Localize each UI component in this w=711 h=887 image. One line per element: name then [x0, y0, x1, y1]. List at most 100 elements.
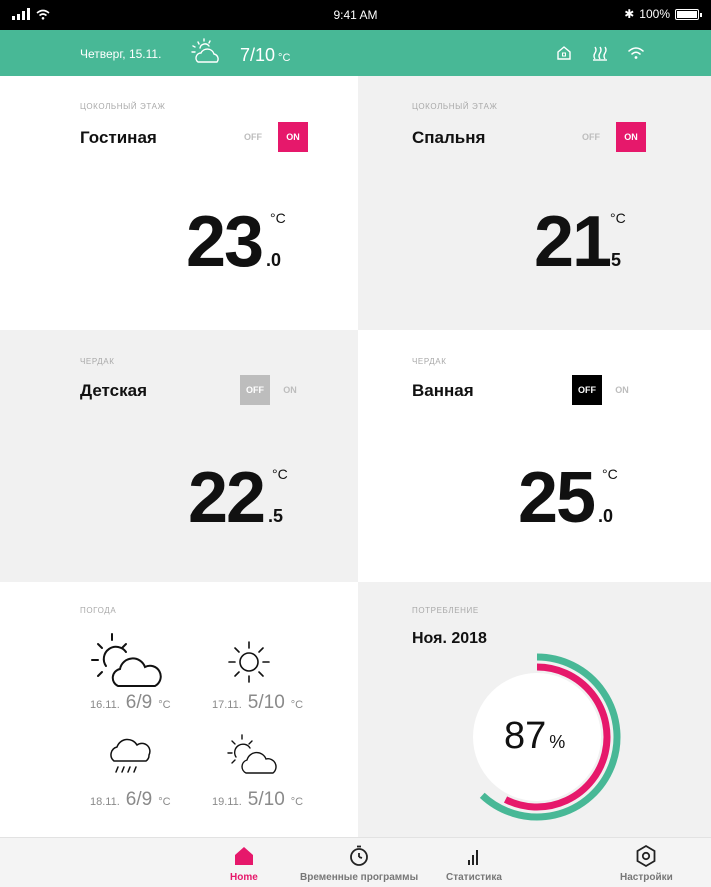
consumption-title: ПОТРЕБЛЕНИЕ: [412, 606, 479, 615]
forecast-day: 17.11. 5/10 °C: [212, 630, 303, 714]
status-right: ✱ 100%: [624, 7, 702, 21]
room-temperature: 21 °C .5: [534, 206, 626, 278]
temp-unit: °C: [602, 466, 618, 482]
toggle-off[interactable]: OFF: [238, 122, 268, 152]
room-name: Гостиная: [80, 128, 157, 147]
house-icon[interactable]: [555, 44, 573, 62]
home-icon: [234, 847, 253, 865]
forecast-label: 19.11. 5/10 °C: [212, 789, 303, 811]
room-tile-bedroom[interactable]: ЦОКОЛЬНЫЙ ЭТАЖ Спальня OFF ON 21 °C .5: [358, 76, 711, 330]
toggle-on[interactable]: ON: [612, 375, 632, 405]
forecast-unit: °C: [290, 796, 304, 808]
consumption-tile[interactable]: ПОТРЕБЛЕНИЕ Ноя. 2018 87%: [358, 582, 711, 837]
forecast-date: 16.11.: [90, 699, 120, 711]
room-tile-bathroom[interactable]: ЧЕРДАК Ванная OFF ON 25 °C .0: [358, 330, 711, 582]
stats-icon: [467, 850, 478, 865]
tab-settings[interactable]: Настройки: [620, 844, 673, 883]
weather-tile[interactable]: ПОГОДА 16.11. 6/9 °C 17.11. 5/10 °C 18.1…: [0, 582, 358, 837]
forecast-unit: °C: [290, 699, 304, 711]
power-toggle[interactable]: OFF ON: [572, 375, 632, 405]
forecast-temp: 6/9: [125, 789, 153, 810]
header-temp-unit: °C: [278, 52, 291, 64]
status-bar: 9:41 AM ✱ 100%: [0, 0, 711, 30]
power-toggle[interactable]: OFF ON: [238, 122, 308, 152]
wifi-icon[interactable]: [627, 44, 645, 62]
power-toggle[interactable]: OFF ON: [240, 375, 300, 405]
room-zone: ЧЕРДАК: [80, 357, 115, 366]
forecast-day: 19.11. 5/10 °C: [212, 727, 303, 811]
forecast-label: 18.11. 6/9 °C: [90, 789, 171, 811]
tab-label: Статистика: [446, 872, 502, 883]
heating-icon[interactable]: [591, 44, 609, 62]
room-temperature: 25 °C .0: [518, 462, 618, 534]
room-name: Детская: [80, 381, 147, 400]
tab-home[interactable]: Home: [230, 844, 258, 883]
room-zone: ЦОКОЛЬНЫЙ ЭТАЖ: [412, 102, 498, 111]
tab-label: Home: [230, 872, 258, 883]
temp-decimal: .5: [268, 506, 284, 526]
app-header: Четверг, 15.11. 7/10 °C: [0, 30, 711, 76]
forecast-label: 16.11. 6/9 °C: [90, 692, 171, 714]
temp-unit: °C: [610, 210, 626, 226]
toggle-off[interactable]: OFF: [576, 122, 606, 152]
room-name: Ванная: [412, 381, 474, 400]
temp-decimal: .0: [266, 250, 282, 270]
header-icons: [555, 44, 645, 62]
partly-cloudy-icon: [191, 38, 219, 63]
temp-integer: 23: [186, 202, 264, 282]
gauge-percent: %: [549, 732, 566, 752]
temp-decimal: .5: [606, 250, 622, 270]
header-temperature: 7/10 °C: [240, 45, 290, 66]
battery-icon: [675, 8, 702, 20]
forecast-temp: 6/9: [125, 692, 153, 713]
tab-programs[interactable]: Временные программы: [300, 844, 418, 883]
forecast-unit: °C: [158, 699, 171, 711]
temp-decimal: .0: [598, 506, 614, 526]
temp-unit: °C: [270, 210, 286, 226]
consumption-period: Ноя. 2018: [412, 630, 487, 647]
rain-cloud-icon: [110, 738, 151, 773]
tab-statistics[interactable]: Статистика: [446, 844, 502, 883]
room-tile-living[interactable]: ЦОКОЛЬНЫЙ ЭТАЖ Гостиная OFF ON 23 °C .0: [0, 76, 358, 330]
tab-label: Временные программы: [300, 872, 419, 883]
settings-icon: [636, 844, 656, 868]
power-toggle[interactable]: OFF ON: [576, 122, 646, 152]
battery-percent: 100%: [639, 7, 670, 21]
forecast-label: 17.11. 5/10 °C: [212, 692, 303, 714]
gauge-value: 87%: [504, 715, 565, 758]
forecast-date: 19.11.: [212, 796, 242, 808]
tab-bar: Home Временные программы Статистика Наст…: [0, 837, 711, 887]
status-time: 9:41 AM: [333, 8, 378, 22]
room-name: Спальня: [412, 128, 486, 147]
partly-cloudy-icon: [91, 633, 162, 687]
forecast-date: 18.11.: [90, 796, 120, 808]
forecast-temp: 5/10: [247, 692, 285, 713]
temp-integer: 21: [534, 202, 612, 282]
forecast-day: 16.11. 6/9 °C: [90, 630, 171, 714]
room-zone: ЧЕРДАК: [412, 357, 447, 366]
room-tile-kids[interactable]: ЧЕРДАК Детская OFF ON 22 °C .5: [0, 330, 358, 582]
weather-title: ПОГОДА: [80, 606, 117, 615]
toggle-on[interactable]: ON: [278, 122, 308, 152]
partly-cloudy-icon: [227, 734, 277, 774]
bluetooth-icon: ✱: [624, 7, 635, 21]
room-temperature: 22 °C .5: [188, 462, 288, 534]
toggle-off[interactable]: OFF: [572, 375, 602, 405]
temp-unit: °C: [272, 466, 288, 482]
temp-integer: 25: [518, 458, 596, 538]
timer-icon: [350, 845, 368, 866]
forecast-unit: °C: [158, 796, 171, 808]
tab-label: Настройки: [620, 872, 673, 883]
toggle-on[interactable]: ON: [616, 122, 646, 152]
room-temperature: 23 °C .0: [186, 206, 286, 278]
toggle-off[interactable]: OFF: [240, 375, 270, 405]
sun-icon: [228, 641, 270, 683]
forecast-day: 18.11. 6/9 °C: [90, 727, 171, 811]
forecast-date: 17.11.: [212, 699, 242, 711]
forecast-temp: 5/10: [247, 789, 285, 810]
header-date: Четверг, 15.11.: [80, 47, 162, 61]
header-temp-value: 7/10: [240, 45, 276, 65]
temp-integer: 22: [188, 458, 266, 538]
gauge-number: 87: [504, 715, 547, 757]
toggle-on[interactable]: ON: [280, 375, 300, 405]
